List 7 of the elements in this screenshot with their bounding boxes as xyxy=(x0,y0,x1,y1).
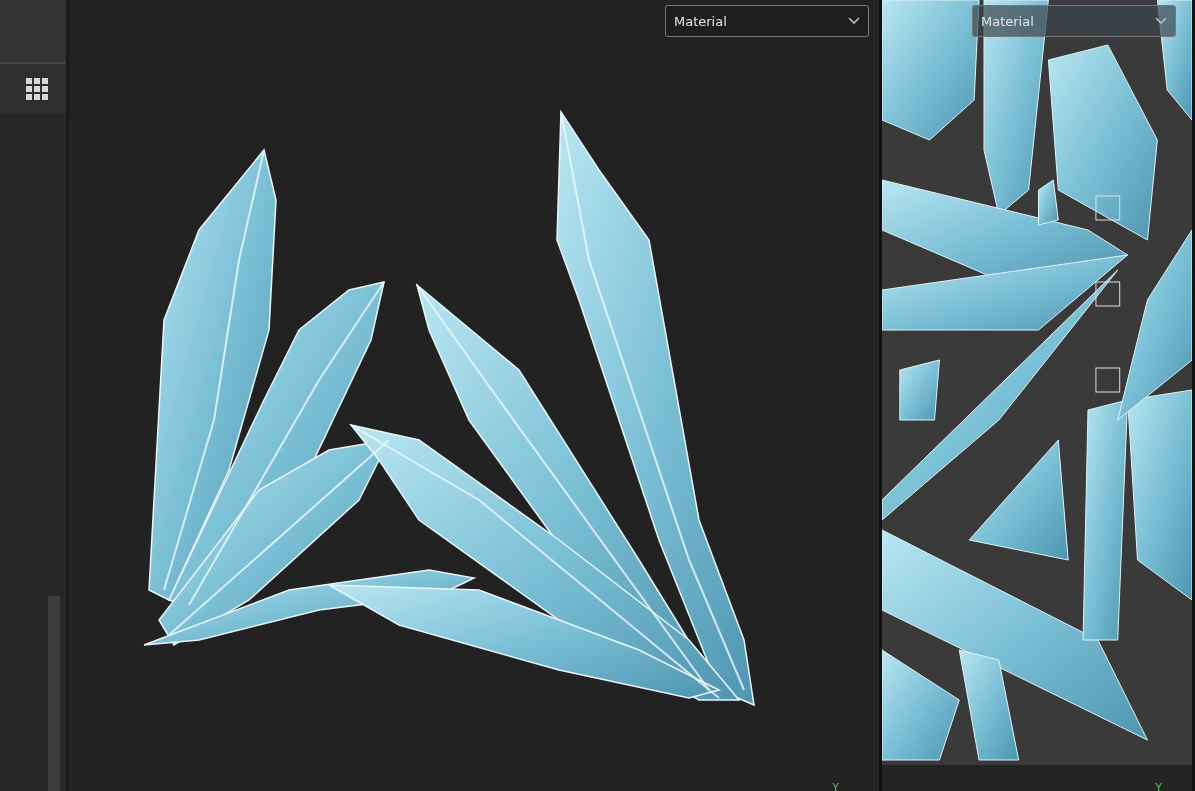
axis-label: Y xyxy=(832,781,839,791)
material-dropdown[interactable]: Material xyxy=(972,5,1176,37)
material-dropdown[interactable]: Material xyxy=(665,5,869,37)
chevron-down-icon xyxy=(848,17,860,25)
grid-icon[interactable] xyxy=(26,78,48,100)
chevron-down-icon xyxy=(1155,17,1167,25)
axis-label: Y xyxy=(1155,781,1162,791)
